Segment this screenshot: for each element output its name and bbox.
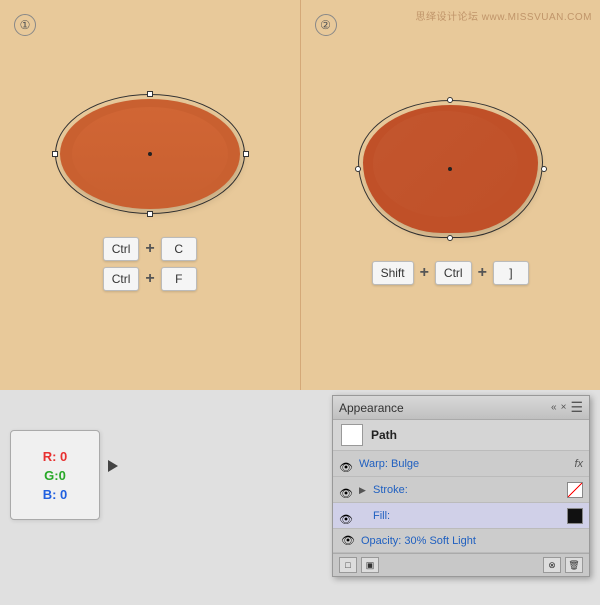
shortcut-row-1: Ctrl + C [103, 237, 197, 261]
appearance-row-opacity[interactable]: 👁 Opacity: 30% Soft Light [333, 529, 589, 553]
center-dot-2 [448, 167, 452, 171]
anchor-top-2 [447, 97, 453, 103]
rgb-swatch: R: 0 G:0 B: 0 [10, 430, 100, 520]
shortcut-row-2: Ctrl + F [103, 267, 197, 291]
anchor-right-1 [243, 151, 249, 157]
key-ctrl-2: Ctrl [103, 267, 140, 291]
panel-number-2: ② [315, 14, 337, 36]
appearance-row-stroke[interactable]: ▶ Stroke: [333, 477, 589, 503]
footer-add-btn[interactable]: □ [339, 557, 357, 573]
anchor-left-2 [355, 166, 361, 172]
path-label: Path [371, 428, 397, 442]
shortcuts-right: Shift + Ctrl + ] [372, 261, 529, 285]
anchor-left-1 [52, 151, 58, 157]
appearance-row-warp[interactable]: Warp: Bulge fx [333, 451, 589, 477]
footer-duplicate-btn[interactable]: ▣ [361, 557, 379, 573]
fx-label: fx [574, 458, 583, 470]
rgb-r-value: R: 0 [43, 449, 68, 464]
panel-title: Appearance [339, 401, 404, 415]
anchor-right-2 [541, 166, 547, 172]
anchor-bottom-2 [447, 235, 453, 241]
panel-left: ① Ctrl + C Ctrl + F [0, 0, 301, 390]
panel-menu-icon[interactable]: ☰ [570, 399, 583, 416]
panel-collapse-btn[interactable]: « [551, 402, 557, 413]
rgb-b-value: B: 0 [43, 487, 68, 502]
anchor-bottom-1 [147, 211, 153, 217]
rgb-g-value: G:0 [44, 468, 66, 483]
shortcut-row-3: Shift + Ctrl + ] [372, 261, 529, 285]
path-header: Path [333, 420, 589, 451]
footer-clear-btn[interactable]: ⊗ [543, 557, 561, 573]
key-ctrl-3: Ctrl [435, 261, 472, 285]
bottom-section: R: 0 G:0 B: 0 Appearance « × ☰ Path Warp… [0, 390, 600, 605]
key-bracket: ] [493, 261, 529, 285]
panel-close-btn[interactable]: × [561, 402, 567, 413]
appearance-panel: Appearance « × ☰ Path Warp: Bulge fx ▶ S… [332, 395, 590, 577]
panel-right: ② Shift + Ctrl + ] [301, 0, 600, 390]
ellipse2-container [363, 105, 538, 233]
footer-delete-btn[interactable]: 🗑 [565, 557, 583, 573]
panel-footer: □ ▣ ⊗ 🗑 [333, 553, 589, 576]
panel-number-1: ① [14, 14, 36, 36]
anchor-top-1 [147, 91, 153, 97]
fill-label: Fill: [373, 510, 563, 522]
expand-icon-stroke[interactable]: ▶ [359, 485, 369, 495]
shortcuts-left: Ctrl + C Ctrl + F [103, 237, 197, 291]
ellipse-1 [60, 99, 240, 209]
plus-4: + [478, 264, 487, 282]
main-canvas: 思绎设计论坛 www.MISSVUAN.COM ① Ctrl + C Ctrl [0, 0, 600, 390]
plus-2: + [145, 270, 154, 288]
key-ctrl-1: Ctrl [103, 237, 140, 261]
arrow-right-icon [108, 460, 118, 472]
ellipse-2 [363, 105, 538, 233]
stroke-swatch[interactable] [567, 482, 583, 498]
panel-titlebar: Appearance « × ☰ [333, 396, 589, 420]
path-thumbnail [341, 424, 363, 446]
visibility-icon-fill[interactable] [339, 510, 355, 522]
visibility-icon-stroke[interactable] [339, 484, 355, 496]
appearance-row-fill[interactable]: ▶ Fill: [333, 503, 589, 529]
fill-swatch[interactable] [567, 508, 583, 524]
visibility-icon-warp[interactable] [339, 458, 355, 470]
center-dot-1 [148, 152, 152, 156]
ellipse1-container [60, 99, 240, 209]
opacity-label: Opacity: 30% Soft Light [361, 535, 476, 547]
plus-1: + [145, 240, 154, 258]
panel-controls[interactable]: « × ☰ [551, 399, 583, 416]
plus-3: + [420, 264, 429, 282]
key-f: F [161, 267, 197, 291]
visibility-icon-opacity[interactable]: 👁 [341, 534, 355, 547]
stroke-label: Stroke: [373, 484, 563, 496]
key-c: C [161, 237, 197, 261]
warp-label: Warp: Bulge [359, 458, 570, 470]
key-shift: Shift [372, 261, 414, 285]
